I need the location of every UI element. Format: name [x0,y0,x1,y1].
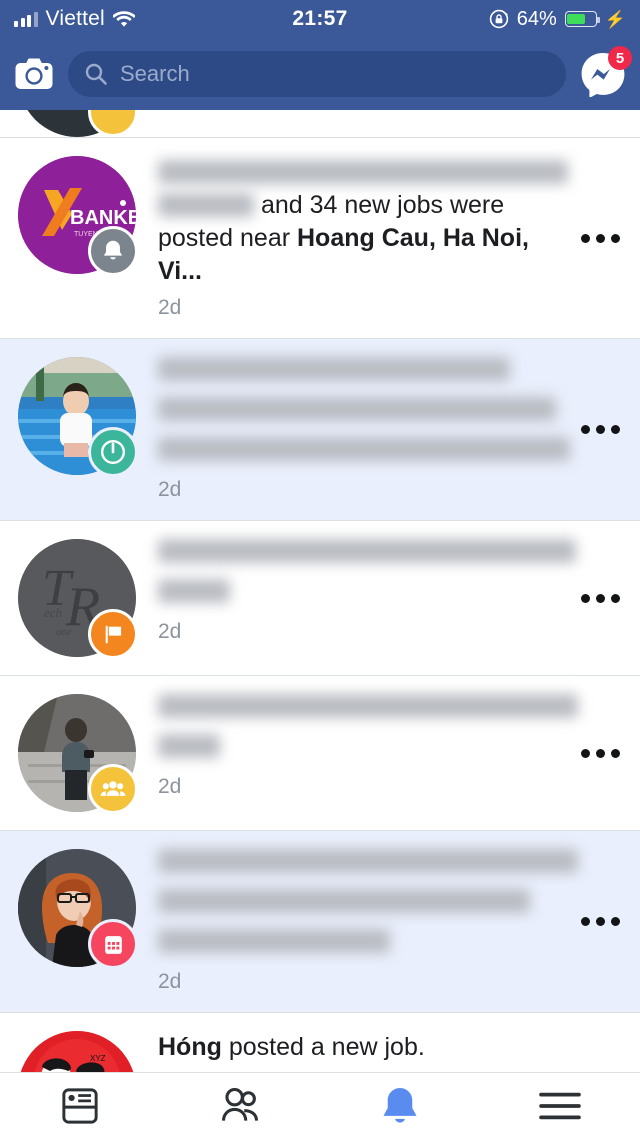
messenger-button[interactable]: 5 [580,46,632,97]
live-video-badge-icon [88,427,138,477]
status-bar-left: Viettel [14,7,135,31]
messenger-badge: 5 [608,46,632,70]
app-header: Search 5 [0,38,640,110]
blurred-text [158,849,578,873]
page-flag-badge-icon [88,609,138,659]
notification-text [158,849,578,962]
signal-bars-icon [14,11,38,27]
avatar[interactable]: HÓN ABC XYZ [18,1031,136,1072]
notification-body: 2d [136,694,578,799]
avatar[interactable]: T R ech one [18,539,138,659]
bell-badge-icon [88,226,138,276]
notification-body: 2d [136,539,576,644]
svg-text:XYZ: XYZ [90,1054,106,1063]
charging-bolt-icon: ⚡ [604,9,626,29]
more-options-button[interactable] [574,233,626,243]
blurred-text [158,357,510,381]
blurred-text [158,437,570,461]
notification-timestamp: 2d [158,775,182,798]
svg-text:one: one [56,626,72,638]
wifi-icon [112,10,135,28]
news-feed-icon [58,1084,102,1128]
search-icon [84,62,108,86]
carrier-label: Viettel [45,7,105,30]
blurred-text [158,579,230,603]
blurred-text [158,694,578,718]
notification-body: Hóng posted a new job. 2d [136,1031,574,1072]
blurred-text [158,397,556,421]
avatar[interactable] [18,694,138,814]
blurred-text [158,889,530,913]
status-bar: Viettel 21:57 64% ⚡ [0,0,640,38]
blurred-text [158,734,220,758]
more-options-button[interactable] [574,748,626,758]
notification-body: 2d [136,849,578,994]
tab-friends[interactable] [160,1073,320,1138]
notification-row[interactable]: T R ech one 2d [0,521,640,676]
notification-text: Hóng posted a new job. [158,1031,566,1064]
notification-row[interactable]: 2d [0,676,640,831]
notification-row[interactable]: 2d [0,339,640,521]
notification-text [158,357,570,470]
notification-timestamp: 2d [158,478,182,501]
tab-notifications[interactable] [320,1073,480,1138]
group-people-badge-icon [88,764,138,814]
hamburger-menu-icon [537,1089,583,1123]
bottom-tab-bar [0,1072,640,1138]
avatar[interactable]: BANKER$ TUYEN DUNG [18,156,138,276]
more-options-button[interactable] [574,425,626,434]
notification-text [158,539,576,612]
friends-icon [217,1083,263,1129]
more-options-button[interactable] [574,593,626,603]
avatar[interactable] [18,849,138,969]
camera-icon[interactable] [14,57,54,91]
rotation-lock-icon [489,9,509,29]
search-placeholder: Search [120,61,190,86]
status-bar-right: 64% ⚡ [489,8,626,31]
svg-text:BANKER$: BANKER$ [70,207,136,229]
notification-text-plain: posted a new job. [221,1033,425,1061]
blurred-text: Nguyen Van Anh Tuan posted in [158,160,568,184]
notification-text: Nguyen Van Anh Tuan posted in Bankers an… [158,156,568,288]
blurred-text-inline: Bankers [158,193,254,217]
search-input[interactable]: Search [68,51,566,97]
event-calendar-badge-icon [88,919,138,969]
notification-timestamp: 2d [158,620,182,643]
notification-row[interactable]: HÓN ABC XYZ Hóng posted a new job. 2d [0,1013,640,1072]
notification-timestamp: 2d [158,296,182,319]
notification-text [158,694,578,767]
notification-body: Nguyen Van Anh Tuan posted in Bankers an… [136,156,574,320]
avatar[interactable] [18,357,138,477]
blurred-text [158,539,576,563]
notification-row-partial[interactable] [0,110,640,138]
notification-timestamp: 2d [158,970,182,993]
avatar-partial [18,110,138,137]
facebook-notifications-screen: Viettel 21:57 64% ⚡ Search 5 BANKE TUYEN… [0,0,640,1138]
battery-icon [564,11,600,27]
notification-row[interactable]: 2d [0,831,640,1013]
more-options-button[interactable] [574,917,626,926]
battery-percent-label: 64% [516,7,557,30]
svg-text:ech: ech [44,605,62,620]
notification-actor-name: Hóng [158,1033,222,1061]
notification-row[interactable]: BANKER$ TUYEN DUNG Nguyen Van Anh Tuan p… [0,138,640,339]
tab-news-feed[interactable] [0,1073,160,1138]
bell-icon [378,1084,422,1128]
notifications-list[interactable]: BANKER$ TUYEN DUNG Nguyen Van Anh Tuan p… [0,110,640,1072]
notification-body: 2d [136,357,574,502]
blurred-text [158,929,390,953]
tab-menu[interactable] [480,1073,640,1138]
